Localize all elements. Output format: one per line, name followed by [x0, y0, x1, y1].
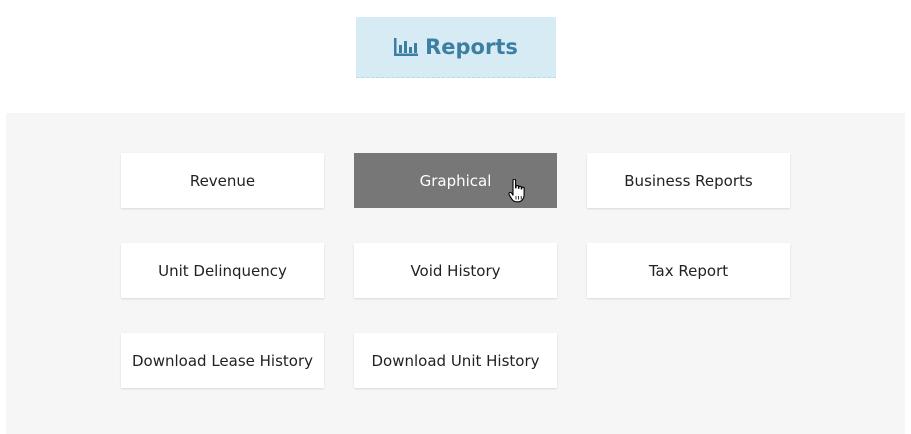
business-reports-button[interactable]: Business Reports: [587, 153, 790, 208]
graphical-label: Graphical: [419, 171, 492, 190]
void-history-button[interactable]: Void History: [354, 243, 557, 298]
void-history-label: Void History: [410, 261, 501, 280]
business-reports-label: Business Reports: [624, 171, 753, 190]
revenue-label: Revenue: [189, 171, 256, 190]
unit-delinquency-label: Unit Delinquency: [158, 261, 287, 280]
unit-delinquency-button[interactable]: Unit Delinquency: [121, 243, 324, 298]
download-unit-history-button[interactable]: Download Unit History: [354, 333, 557, 388]
download-lease-history-label: Download Lease History: [131, 351, 314, 370]
bar-chart-icon: [394, 38, 419, 56]
reports-page: Reports Revenue Graphical Business Repor…: [0, 0, 911, 434]
download-lease-history-button[interactable]: Download Lease History: [121, 333, 324, 388]
hand-pointer-icon: [508, 179, 525, 203]
graphical-button[interactable]: Graphical: [354, 153, 557, 208]
tax-report-label: Tax Report: [648, 261, 729, 280]
reports-tab-header[interactable]: Reports: [356, 17, 556, 78]
download-unit-history-label: Download Unit History: [371, 351, 540, 370]
tax-report-button[interactable]: Tax Report: [587, 243, 790, 298]
revenue-button[interactable]: Revenue: [121, 153, 324, 208]
page-title: Reports: [425, 35, 518, 59]
